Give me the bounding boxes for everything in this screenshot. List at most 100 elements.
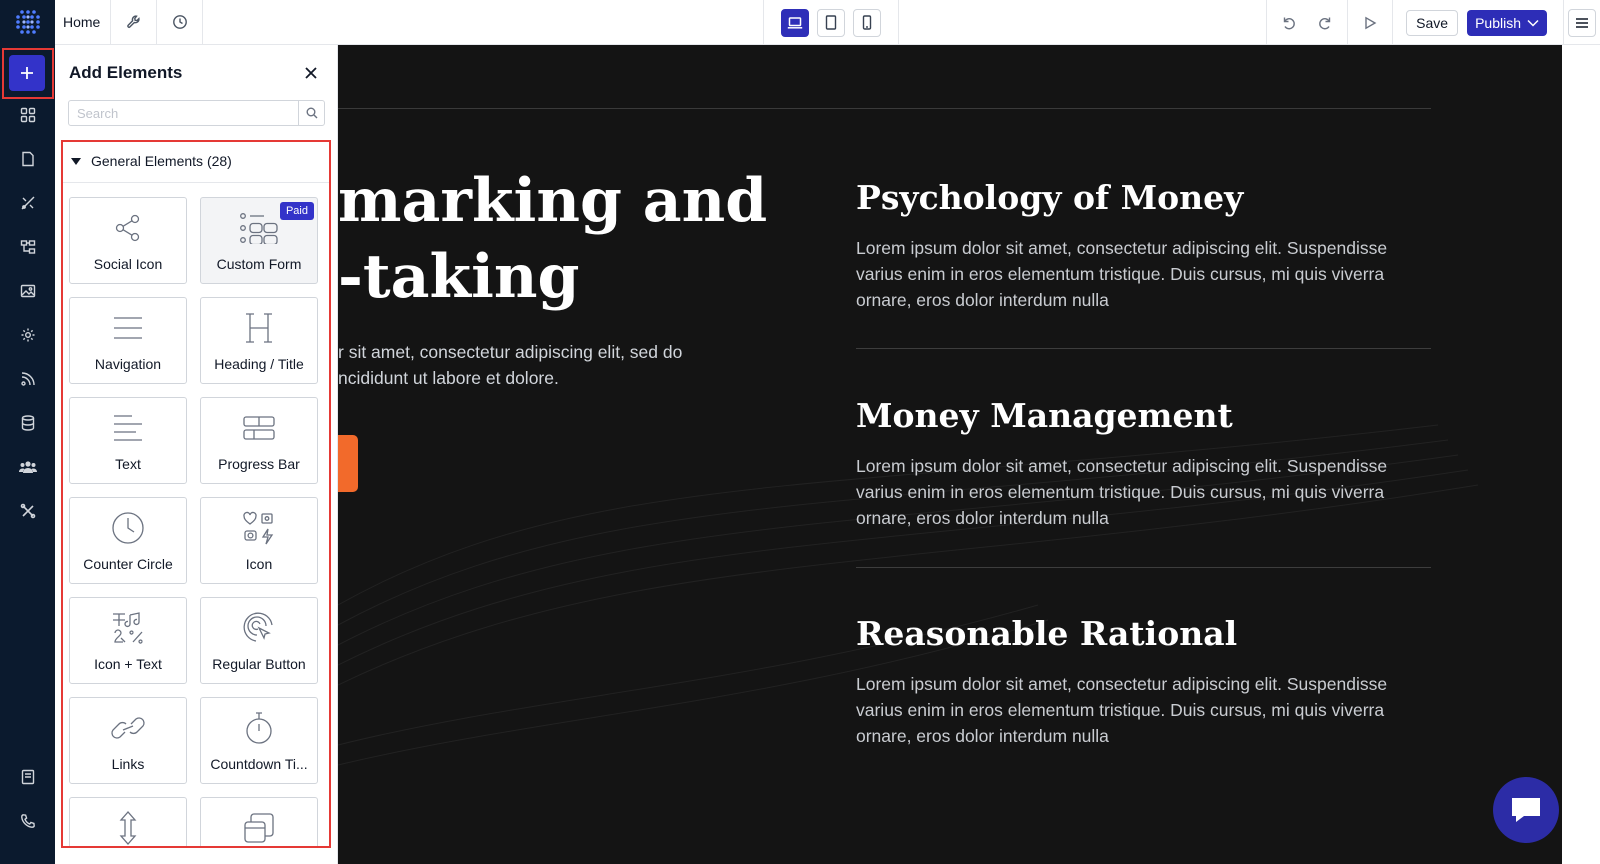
- feature-text: Lorem ipsum dolor sit amet, consectetur …: [856, 238, 1388, 310]
- canvas-scroll-gutter[interactable]: [1562, 45, 1600, 864]
- chat-support-button[interactable]: [1493, 777, 1559, 843]
- feature-divider: [856, 348, 1431, 349]
- category-toggle[interactable]: General Elements (28): [71, 153, 232, 169]
- element-custom-form[interactable]: Paid Custom Form: [200, 197, 318, 284]
- element-search: [68, 100, 325, 126]
- save-button[interactable]: Save: [1406, 9, 1459, 36]
- element-heading-title[interactable]: Heading / Title: [200, 297, 318, 384]
- sidebar-item-design[interactable]: [0, 185, 55, 221]
- tablet-icon: [825, 15, 837, 30]
- tablet-view-button[interactable]: [817, 8, 845, 37]
- add-elements-button[interactable]: [9, 55, 45, 91]
- sidebar-item-tools[interactable]: [0, 493, 55, 529]
- element-counter-circle[interactable]: Counter Circle: [69, 497, 187, 584]
- stopwatch-icon: [244, 710, 274, 746]
- close-icon: [305, 67, 317, 79]
- users-icon: [18, 461, 37, 473]
- menu-lines-icon: [113, 310, 143, 346]
- desktop-view-button[interactable]: [781, 8, 809, 37]
- category-label: General Elements (28): [91, 153, 232, 169]
- main-menu-button[interactable]: [1568, 8, 1596, 37]
- element-label: Links: [111, 756, 145, 772]
- toolbar-divider: [1266, 0, 1268, 45]
- design-tools-icon: [21, 196, 34, 210]
- element-progress-bar[interactable]: Progress Bar: [200, 397, 318, 484]
- category-divider: [63, 182, 329, 183]
- publish-label: Publish: [1475, 14, 1521, 31]
- element-countdown-timer[interactable]: Countdown Ti...: [200, 697, 318, 784]
- element-label: Icon + Text: [94, 656, 162, 672]
- page-selector[interactable]: Home: [55, 0, 111, 45]
- toolbar-divider: [1392, 0, 1394, 45]
- hero-paragraph[interactable]: r sit amet, consectetur adipiscing elit,…: [338, 339, 718, 391]
- elements-highlight-frame: General Elements (28) Social Icon Paid C…: [61, 140, 331, 848]
- panel-title: Add Elements: [69, 63, 183, 82]
- element-icon-text[interactable]: Icon + Text: [69, 597, 187, 684]
- element-text[interactable]: Text: [69, 397, 187, 484]
- mobile-view-button[interactable]: [853, 8, 881, 37]
- tools-cross-icon: [20, 503, 35, 519]
- feature-block[interactable]: Psychology of Money Lorem ipsum dolor si…: [856, 178, 1431, 313]
- element-spacer[interactable]: [69, 797, 187, 846]
- form-icon: [239, 210, 279, 246]
- element-label: Regular Button: [212, 656, 306, 672]
- share-icon: [113, 210, 143, 246]
- sidebar-item-settings[interactable]: [0, 317, 55, 353]
- app-logo[interactable]: [0, 0, 55, 45]
- target-button-icon: [242, 610, 276, 646]
- link-chain-icon: [109, 710, 147, 746]
- hero-heading-line-2[interactable]: -taking: [338, 242, 579, 312]
- element-container[interactable]: [200, 797, 318, 846]
- icon-text-icon: [111, 610, 145, 646]
- element-label: Social Icon: [93, 256, 163, 272]
- layers-icon: [242, 810, 276, 846]
- sidebar-item-database[interactable]: [0, 405, 55, 441]
- toolbar-divider: [1563, 0, 1564, 45]
- grid-blocks-icon: [20, 107, 35, 123]
- toolbar-divider: [1347, 0, 1349, 45]
- sidebar-item-pages[interactable]: [0, 141, 55, 177]
- sidebar-item-support[interactable]: [0, 803, 55, 839]
- page-canvas[interactable]: marking and -taking r sit amet, consecte…: [338, 45, 1562, 864]
- sidebar-item-integrations[interactable]: [0, 361, 55, 397]
- feature-block[interactable]: Reasonable Rational Lorem ipsum dolor si…: [856, 614, 1431, 749]
- search-button[interactable]: [298, 101, 324, 125]
- sidebar-item-layers[interactable]: [0, 229, 55, 265]
- close-panel-button[interactable]: [301, 63, 321, 83]
- element-social-icon[interactable]: Social Icon: [69, 197, 187, 284]
- sidebar-item-sections[interactable]: [0, 97, 55, 133]
- chat-bubble-icon: [1512, 798, 1540, 822]
- feature-block[interactable]: Money Management Lorem ipsum dolor sit a…: [856, 396, 1431, 531]
- element-links[interactable]: Links: [69, 697, 187, 784]
- left-sidebar: [0, 45, 55, 864]
- history-button[interactable]: [157, 0, 203, 45]
- tools-button[interactable]: [111, 0, 157, 45]
- preview-button[interactable]: [1352, 0, 1388, 45]
- element-icon[interactable]: Icon: [200, 497, 318, 584]
- builder-app: Home Save Publish Add Elements Search Ge…: [0, 0, 1600, 864]
- element-label: Custom Form: [216, 256, 302, 272]
- top-bar: Home Save Publish: [0, 0, 1600, 45]
- text-lines-icon: [113, 410, 143, 446]
- element-label: Heading / Title: [214, 356, 304, 372]
- hero-cta-button[interactable]: [338, 435, 358, 492]
- feature-divider: [856, 567, 1431, 568]
- element-label: Icon: [245, 556, 273, 572]
- redo-button[interactable]: [1307, 0, 1343, 45]
- element-label: Countdown Ti...: [210, 756, 308, 772]
- sidebar-item-docs[interactable]: [0, 759, 55, 795]
- undo-button[interactable]: [1271, 0, 1307, 45]
- database-icon: [21, 415, 34, 431]
- element-navigation[interactable]: Navigation: [69, 297, 187, 384]
- search-input[interactable]: [69, 101, 298, 125]
- hero-heading-line-1[interactable]: marking and: [338, 166, 767, 236]
- add-elements-panel: Add Elements General Elements (28): [55, 45, 338, 864]
- plus-icon: [21, 67, 33, 79]
- sidebar-item-media[interactable]: [0, 273, 55, 309]
- vertical-arrows-icon: [118, 810, 138, 846]
- element-regular-button[interactable]: Regular Button: [200, 597, 318, 684]
- undo-icon: [1283, 17, 1296, 29]
- sidebar-item-users[interactable]: [0, 449, 55, 485]
- publish-button[interactable]: Publish: [1467, 9, 1547, 36]
- element-label: Navigation: [94, 356, 162, 372]
